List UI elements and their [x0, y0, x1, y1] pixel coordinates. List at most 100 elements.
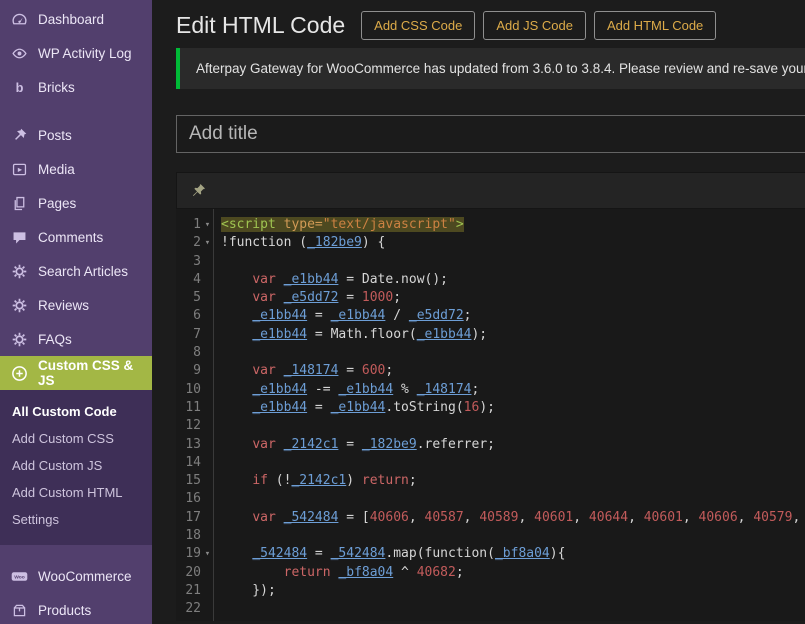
gutter-line: 21 — [176, 582, 213, 600]
fold-gutter-spacer — [202, 436, 213, 454]
sidebar-item-custom-css-and-js[interactable]: Custom CSS & JS — [0, 356, 152, 390]
line-number: 16 — [176, 490, 202, 508]
gutter-line: 17 — [176, 509, 213, 527]
line-number: 12 — [176, 417, 202, 435]
fold-gutter-spacer — [202, 399, 213, 417]
woo-icon: Woo — [9, 566, 29, 586]
sidebar-item-label: WP Activity Log — [38, 46, 132, 61]
sidebar-item-posts[interactable]: Posts — [0, 118, 152, 152]
line-number: 15 — [176, 472, 202, 490]
line-number: 6 — [176, 307, 202, 325]
code-line[interactable]: _e1bb44 = Math.floor(_e1bb44); — [214, 326, 805, 344]
notice-text: Afterpay Gateway for WooCommerce has upd… — [196, 61, 805, 76]
submenu-item-add-custom-css[interactable]: Add Custom CSS — [0, 425, 152, 452]
pin-icon[interactable] — [190, 182, 207, 199]
code-editor[interactable]: 1▾2▾345678910111213141516171819▾202122 <… — [176, 209, 805, 621]
page-title: Edit HTML Code — [176, 12, 345, 39]
title-input[interactable] — [176, 115, 805, 153]
sidebar-item-pages[interactable]: Pages — [0, 186, 152, 220]
sidebar-submenu: All Custom CodeAdd Custom CSSAdd Custom … — [0, 390, 152, 545]
code-line[interactable] — [214, 417, 805, 435]
code-line[interactable]: <script type="text/javascript"> — [214, 216, 805, 234]
sidebar-item-label: FAQs — [38, 332, 72, 347]
pages-icon — [9, 193, 29, 213]
code-line[interactable] — [214, 253, 805, 271]
sidebar-item-search-articles[interactable]: Search Articles — [0, 254, 152, 288]
fold-arrow-icon[interactable]: ▾ — [202, 216, 213, 234]
pin-icon — [9, 125, 29, 145]
code-line[interactable]: return _bf8a04 ^ 40682; — [214, 564, 805, 582]
sidebar-item-media[interactable]: Media — [0, 152, 152, 186]
code-line[interactable]: }); — [214, 582, 805, 600]
sidebar-item-label: Reviews — [38, 298, 89, 313]
code-line[interactable]: _e1bb44 = _e1bb44.toString(16); — [214, 399, 805, 417]
sidebar-item-bricks[interactable]: bBricks — [0, 70, 152, 104]
line-number: 2 — [176, 234, 202, 252]
fold-arrow-icon[interactable]: ▾ — [202, 545, 213, 563]
code-line[interactable]: _e1bb44 -= _e1bb44 % _148174; — [214, 381, 805, 399]
gutter-line: 11 — [176, 399, 213, 417]
code-line[interactable]: !function (_182be9) { — [214, 234, 805, 252]
plus-circle-icon — [9, 363, 29, 383]
fold-gutter-spacer — [202, 307, 213, 325]
gutter-line: 18 — [176, 527, 213, 545]
code-line[interactable] — [214, 454, 805, 472]
gutter-line: 4 — [176, 271, 213, 289]
code-line[interactable]: var _542484 = [40606, 40587, 40589, 4060… — [214, 509, 805, 527]
sidebar-item-woocommerce[interactable]: WooWooCommerce — [0, 559, 152, 593]
add-js-code-button[interactable]: Add JS Code — [483, 11, 586, 40]
code-line[interactable]: var _e1bb44 = Date.now(); — [214, 271, 805, 289]
submenu-item-all-custom-code[interactable]: All Custom Code — [0, 398, 152, 425]
line-number: 18 — [176, 527, 202, 545]
sidebar-item-wp-activity-log[interactable]: WP Activity Log — [0, 36, 152, 70]
comments-icon — [9, 227, 29, 247]
fold-gutter-spacer — [202, 253, 213, 271]
gear-icon — [9, 295, 29, 315]
code-line[interactable] — [214, 527, 805, 545]
sidebar-item-label: Dashboard — [38, 12, 104, 27]
code-line[interactable]: var _148174 = 600; — [214, 362, 805, 380]
code-line[interactable]: if (!_2142c1) return; — [214, 472, 805, 490]
sidebar-item-faqs[interactable]: FAQs — [0, 322, 152, 356]
line-number: 19 — [176, 545, 202, 563]
gutter-line: 3 — [176, 253, 213, 271]
add-html-code-button[interactable]: Add HTML Code — [594, 11, 716, 40]
code-line[interactable]: _542484 = _542484.map(function(_bf8a04){ — [214, 545, 805, 563]
sidebar-item-label: Media — [38, 162, 75, 177]
editor-toolbar — [176, 172, 805, 209]
update-notice: Afterpay Gateway for WooCommerce has upd… — [176, 48, 805, 89]
sidebar-item-products[interactable]: Products — [0, 593, 152, 624]
code-line[interactable]: var _e5dd72 = 1000; — [214, 289, 805, 307]
gutter-line: 9 — [176, 362, 213, 380]
products-icon — [9, 600, 29, 620]
line-number: 7 — [176, 326, 202, 344]
code-line[interactable] — [214, 344, 805, 362]
line-number: 11 — [176, 399, 202, 417]
code-line[interactable] — [214, 600, 805, 618]
submenu-item-add-custom-js[interactable]: Add Custom JS — [0, 452, 152, 479]
sidebar-item-reviews[interactable]: Reviews — [0, 288, 152, 322]
submenu-item-settings[interactable]: Settings — [0, 506, 152, 533]
fold-gutter-spacer — [202, 600, 213, 618]
eye-icon — [9, 43, 29, 63]
gutter-line: 10 — [176, 381, 213, 399]
add-css-code-button[interactable]: Add CSS Code — [361, 11, 475, 40]
code-line[interactable]: _e1bb44 = _e1bb44 / _e5dd72; — [214, 307, 805, 325]
line-number: 14 — [176, 454, 202, 472]
gear-icon — [9, 329, 29, 349]
editor-code: <script type="text/javascript">!function… — [214, 209, 805, 621]
code-line[interactable]: var _2142c1 = _182be9.referrer; — [214, 436, 805, 454]
fold-arrow-icon[interactable]: ▾ — [202, 234, 213, 252]
dashboard-icon — [9, 9, 29, 29]
fold-gutter-spacer — [202, 381, 213, 399]
gutter-line: 19▾ — [176, 545, 213, 563]
editor-gutter: 1▾2▾345678910111213141516171819▾202122 — [176, 209, 214, 621]
code-line[interactable] — [214, 490, 805, 508]
sidebar-item-comments[interactable]: Comments — [0, 220, 152, 254]
submenu-item-add-custom-html[interactable]: Add Custom HTML — [0, 479, 152, 506]
fold-gutter-spacer — [202, 564, 213, 582]
fold-gutter-spacer — [202, 417, 213, 435]
sidebar-item-dashboard[interactable]: Dashboard — [0, 2, 152, 36]
line-number: 5 — [176, 289, 202, 307]
sidebar-item-label: Pages — [38, 196, 76, 211]
